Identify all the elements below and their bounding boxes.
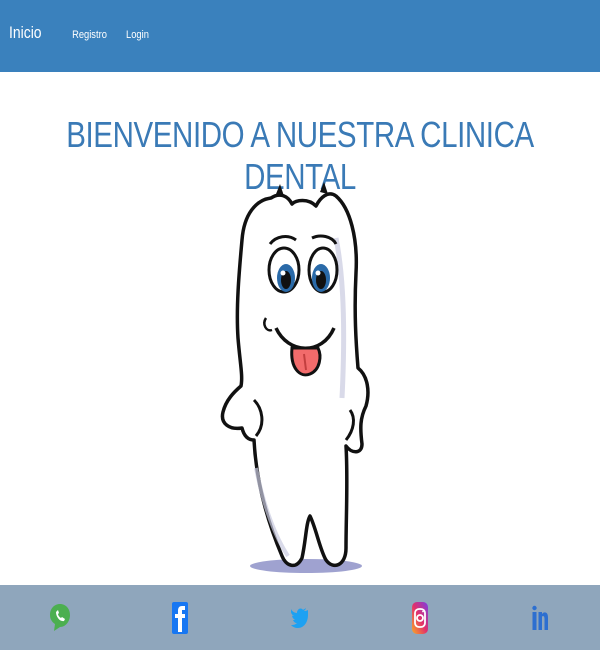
whatsapp-icon (50, 603, 70, 631)
nav-login-link[interactable]: Login (126, 29, 149, 41)
twitter-link[interactable] (280, 598, 320, 638)
top-navbar: Inicio Registro Login (0, 0, 600, 72)
nav-home-link[interactable]: Inicio (9, 23, 42, 43)
whatsapp-link[interactable] (40, 598, 80, 638)
instagram-link[interactable] (400, 598, 440, 638)
facebook-icon (172, 601, 188, 634)
tooth-mascot-illustration (220, 182, 370, 573)
nav-register-link[interactable]: Registro (72, 29, 107, 41)
twitter-icon (291, 607, 308, 628)
linkedin-icon (532, 605, 548, 630)
social-footer (0, 585, 600, 650)
linkedin-link[interactable] (520, 598, 560, 638)
instagram-icon (412, 601, 428, 634)
facebook-link[interactable] (160, 598, 200, 638)
main-content: BIENVENIDO A NUESTRA CLINICA DENTAL (0, 72, 600, 585)
